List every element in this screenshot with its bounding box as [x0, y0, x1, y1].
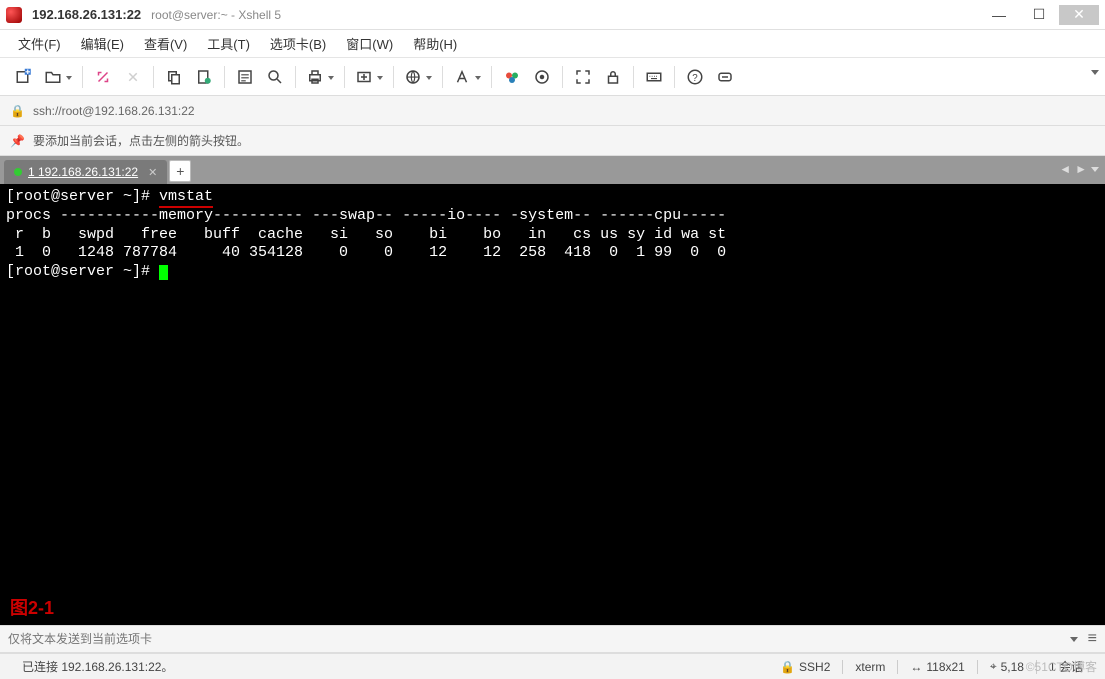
- terminal-cursor-icon: [159, 265, 168, 280]
- ssh-lock-icon: 🔒: [10, 104, 25, 118]
- status-terminal-type: xterm: [843, 660, 897, 674]
- status-protocol: 🔒SSH2: [768, 660, 842, 674]
- maximize-button[interactable]: ☐: [1019, 5, 1059, 25]
- toolbar: ?: [0, 58, 1105, 96]
- status-bar: 已连接 192.168.26.131:22。 🔒SSH2 xterm ↔118x…: [0, 653, 1105, 679]
- fullscreen-icon[interactable]: [569, 63, 597, 91]
- menu-file[interactable]: 文件(F): [10, 30, 69, 57]
- tab-strip: 1 192.168.26.131:22 ✕ + ◄ ►: [0, 156, 1105, 184]
- find-icon[interactable]: [261, 63, 289, 91]
- close-button[interactable]: ✕: [1059, 5, 1099, 25]
- properties-icon[interactable]: [231, 63, 259, 91]
- compose-input[interactable]: [8, 632, 1060, 646]
- status-size: ↔118x21: [898, 660, 976, 674]
- compose-target-dropdown-icon[interactable]: [1070, 637, 1078, 642]
- reconnect-icon[interactable]: [89, 63, 117, 91]
- menu-tools[interactable]: 工具(T): [199, 30, 258, 57]
- titlebar: 192.168.26.131:22 root@server:~ - Xshell…: [0, 0, 1105, 30]
- copy-icon[interactable]: [160, 63, 188, 91]
- terminal-prompt: [root@server ~]#: [6, 263, 159, 280]
- paste-icon[interactable]: [190, 63, 218, 91]
- terminal-output-columns: r b swpd free buff cache si so bi bo in …: [6, 226, 726, 243]
- toolbar-overflow-icon[interactable]: [1091, 70, 1099, 75]
- pin-icon[interactable]: 📌: [10, 134, 25, 148]
- terminal-output-values: 1 0 1248 787784 40 354128 0 0 12 12 258 …: [6, 244, 726, 261]
- new-session-icon[interactable]: [10, 63, 38, 91]
- session-tab-label: 1 192.168.26.131:22: [28, 165, 138, 179]
- address-bar[interactable]: 🔒 ssh://root@192.168.26.131:22: [0, 96, 1105, 126]
- compose-menu-icon[interactable]: ≡: [1088, 631, 1097, 647]
- compose-bar-icon[interactable]: [711, 63, 739, 91]
- tab-prev-icon[interactable]: ◄: [1059, 162, 1071, 176]
- lock-small-icon: 🔒: [780, 660, 795, 674]
- session-tab[interactable]: 1 192.168.26.131:22 ✕: [4, 160, 167, 184]
- watermark: ©51CTO博客: [1026, 658, 1097, 675]
- add-tab-button[interactable]: +: [169, 160, 191, 182]
- figure-label: 图2-1: [10, 597, 54, 620]
- menu-help[interactable]: 帮助(H): [405, 30, 465, 57]
- tab-list-dropdown-icon[interactable]: [1091, 167, 1099, 172]
- open-session-icon[interactable]: [40, 63, 76, 91]
- tab-nav: ◄ ►: [1059, 162, 1099, 176]
- cursor-pos-icon: ⌖: [990, 659, 997, 674]
- tab-close-icon[interactable]: ✕: [148, 166, 157, 179]
- compose-input-bar: ≡: [0, 625, 1105, 653]
- tab-next-icon[interactable]: ►: [1075, 162, 1087, 176]
- terminal[interactable]: [root@server ~]# vmstat procs ----------…: [0, 184, 1105, 625]
- terminal-command: vmstat: [159, 188, 213, 208]
- print-icon[interactable]: [302, 63, 338, 91]
- menubar: 文件(F) 编辑(E) 查看(V) 工具(T) 选项卡(B) 窗口(W) 帮助(…: [0, 30, 1105, 58]
- xftp-icon[interactable]: [351, 63, 387, 91]
- status-dot-connected-icon: [14, 168, 22, 176]
- size-icon: ↔: [910, 660, 922, 674]
- highlight-icon[interactable]: [528, 63, 556, 91]
- menu-view[interactable]: 查看(V): [136, 30, 195, 57]
- terminal-prompt: [root@server ~]#: [6, 188, 159, 205]
- app-icon: [6, 7, 22, 23]
- window-title-main: 192.168.26.131:22: [32, 7, 141, 22]
- menu-tabs[interactable]: 选项卡(B): [262, 30, 334, 57]
- minimize-button[interactable]: —: [979, 5, 1019, 25]
- color-scheme-icon[interactable]: [498, 63, 526, 91]
- status-connection: 已连接 192.168.26.131:22。: [10, 658, 185, 675]
- terminal-output-header: procs -----------memory---------- ---swa…: [6, 207, 726, 224]
- help-icon[interactable]: ?: [681, 63, 709, 91]
- disconnect-icon[interactable]: [119, 63, 147, 91]
- svg-text:?: ?: [692, 72, 698, 83]
- menu-window[interactable]: 窗口(W): [338, 30, 401, 57]
- menu-edit[interactable]: 编辑(E): [73, 30, 132, 57]
- window-title-sub: root@server:~ - Xshell 5: [151, 8, 281, 22]
- hint-bar: 📌 要添加当前会话，点击左侧的箭头按钮。: [0, 126, 1105, 156]
- lock-icon[interactable]: [599, 63, 627, 91]
- font-icon[interactable]: [449, 63, 485, 91]
- keyboard-icon[interactable]: [640, 63, 668, 91]
- hint-text: 要添加当前会话，点击左侧的箭头按钮。: [33, 132, 249, 149]
- address-url: ssh://root@192.168.26.131:22: [33, 104, 195, 118]
- encoding-icon[interactable]: [400, 63, 436, 91]
- window-controls: — ☐ ✕: [979, 5, 1099, 25]
